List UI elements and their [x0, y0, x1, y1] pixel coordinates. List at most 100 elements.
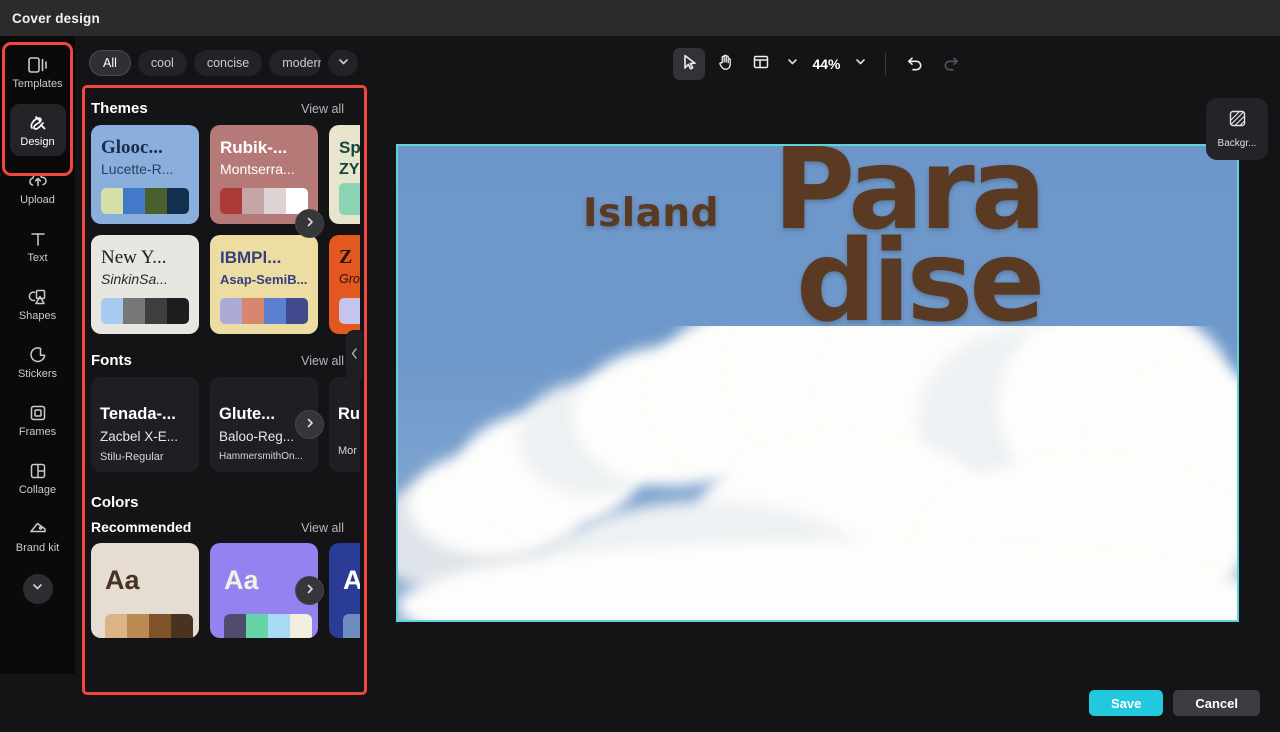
color-card[interactable]: Aa	[91, 543, 199, 638]
font-card[interactable]: Tenada-... Zacbel X-E... Stilu-Regular	[91, 377, 199, 472]
select-tool-button[interactable]	[673, 48, 705, 80]
filter-chip-all[interactable]: All	[89, 50, 131, 76]
color-card-swatch	[343, 614, 360, 638]
sidebar-item-upload[interactable]: Upload	[10, 162, 66, 214]
theme-card[interactable]: Glooc... Lucette-R...	[91, 125, 199, 224]
sidebar-item-text[interactable]: Text	[10, 220, 66, 272]
filter-expand-button[interactable]	[328, 50, 358, 76]
theme-card-swatch	[220, 188, 308, 214]
sidebar-item-design[interactable]: Design	[10, 104, 66, 156]
design-canvas[interactable]: Island Para dise	[398, 146, 1237, 620]
upload-icon	[27, 171, 49, 191]
sidebar-item-templates[interactable]: Templates	[10, 46, 66, 98]
fonts-title: Fonts	[91, 352, 132, 369]
sidebar-item-label: Collage	[19, 484, 56, 496]
fonts-row: Tenada-... Zacbel X-E... Stilu-Regular G…	[75, 377, 360, 472]
left-tool-rail: Templates Design Upload	[0, 36, 75, 674]
font-more-label: Mor	[338, 445, 357, 457]
theme-card-subtitle: SinkinSa...	[101, 270, 189, 289]
sidebar-item-shapes[interactable]: Shapes	[10, 278, 66, 330]
font-card-line1: Tenada-...	[100, 405, 190, 424]
zoom-level-label[interactable]: 44%	[807, 56, 845, 72]
canvas-text-dise[interactable]: dise	[796, 234, 1041, 330]
theme-card[interactable]: Rubik-... Montserra...	[210, 125, 318, 224]
toolbar-divider	[885, 53, 886, 75]
colors-next-button[interactable]	[295, 576, 324, 605]
canvas-text-island[interactable]: Island	[583, 191, 719, 236]
theme-card-swatch	[101, 188, 189, 214]
sidebar-item-label: Templates	[12, 78, 62, 90]
filter-chip-cool[interactable]: cool	[138, 50, 187, 76]
editor-area: 44%	[360, 36, 1280, 674]
text-icon	[27, 229, 49, 249]
background-button[interactable]: Backgr...	[1206, 98, 1268, 160]
theme-card-title: Glooc...	[101, 136, 189, 159]
cloud-layer	[398, 326, 1237, 620]
color-card-sample: Aa	[105, 565, 199, 595]
sidebar-item-label: Shapes	[19, 310, 56, 322]
theme-card-title: IBMPl...	[220, 246, 308, 269]
sidebar-item-label: Brand kit	[16, 542, 59, 554]
filter-chip-bar: All cool concise modern	[75, 36, 360, 88]
colors-title: Colors	[91, 494, 139, 511]
panel-scroll-area[interactable]: Themes View all Glooc... Lucette-R... Ru…	[75, 90, 360, 674]
theme-card-subtitle: Asap-SemiB...	[220, 270, 308, 289]
colors-recommended-header: Recommended View all	[75, 513, 360, 543]
theme-card-subtitle: Gro	[339, 270, 360, 289]
filter-chip-modern[interactable]: modern	[269, 50, 321, 76]
layout-icon	[752, 53, 770, 76]
title-bar: Cover design	[0, 0, 1280, 36]
chevron-down-icon	[337, 55, 350, 71]
undo-button[interactable]	[899, 48, 931, 80]
theme-card-swatch	[220, 298, 308, 324]
theme-card[interactable]: New Y... SinkinSa...	[91, 235, 199, 334]
color-card-swatch	[224, 614, 312, 638]
panel-collapse-handle[interactable]	[346, 330, 362, 380]
hand-tool-button[interactable]	[709, 48, 741, 80]
themes-view-all[interactable]: View all	[301, 102, 344, 116]
cursor-icon	[680, 53, 698, 76]
theme-card[interactable]: Sp ZY	[329, 125, 360, 224]
theme-card[interactable]: IBMPl... Asap-SemiB...	[210, 235, 318, 334]
sidebar-item-label: Stickers	[18, 368, 57, 380]
themes-next-button[interactable]	[295, 209, 324, 238]
chevron-right-icon	[304, 215, 316, 233]
chevron-down-icon	[786, 55, 799, 73]
themes-row-2: New Y... SinkinSa... IBMPl... Asap-SemiB…	[75, 235, 360, 334]
sidebar-item-brand-kit[interactable]: Brand kit	[10, 510, 66, 562]
font-card[interactable]: Ru Mor	[329, 377, 360, 472]
canvas-selection-frame[interactable]: Island Para dise	[396, 144, 1239, 622]
sidebar-item-collage[interactable]: Collage	[10, 452, 66, 504]
cancel-button[interactable]: Cancel	[1173, 690, 1260, 716]
theme-card-title: Z	[339, 246, 360, 269]
stickers-icon	[27, 345, 49, 365]
colors-view-all[interactable]: View all	[301, 521, 344, 535]
window-title: Cover design	[12, 11, 100, 26]
fonts-view-all[interactable]: View all	[301, 354, 344, 368]
save-button[interactable]: Save	[1089, 690, 1163, 716]
redo-button[interactable]	[935, 48, 967, 80]
filter-chip-concise[interactable]: concise	[194, 50, 262, 76]
font-card-line3: HammersmithOn...	[219, 451, 309, 462]
chevron-right-icon	[304, 416, 316, 434]
sidebar-item-label: Text	[27, 252, 47, 264]
theme-card[interactable]: Z Gro	[329, 235, 360, 334]
colors-row: Aa Aa A	[75, 543, 360, 638]
app-root: Cover design Templates Design	[0, 0, 1280, 732]
color-card[interactable]: A	[329, 543, 360, 638]
colors-section-header: Colors	[75, 472, 360, 513]
chevron-left-icon	[350, 347, 359, 363]
canvas-toolbar: 44%	[360, 36, 1280, 92]
undo-icon	[906, 53, 924, 76]
zoom-dropdown-caret[interactable]	[850, 49, 872, 79]
font-card-line1: Ru	[338, 405, 360, 424]
rail-more-button[interactable]	[23, 574, 53, 604]
theme-card-subtitle: Montserra...	[220, 160, 308, 179]
chevron-right-icon	[304, 582, 316, 600]
fonts-next-button[interactable]	[295, 410, 324, 439]
sidebar-item-stickers[interactable]: Stickers	[10, 336, 66, 388]
layout-tool-button[interactable]	[745, 48, 777, 80]
sidebar-item-frames[interactable]: Frames	[10, 394, 66, 446]
layout-dropdown-caret[interactable]	[781, 49, 803, 79]
redo-icon	[942, 53, 960, 76]
